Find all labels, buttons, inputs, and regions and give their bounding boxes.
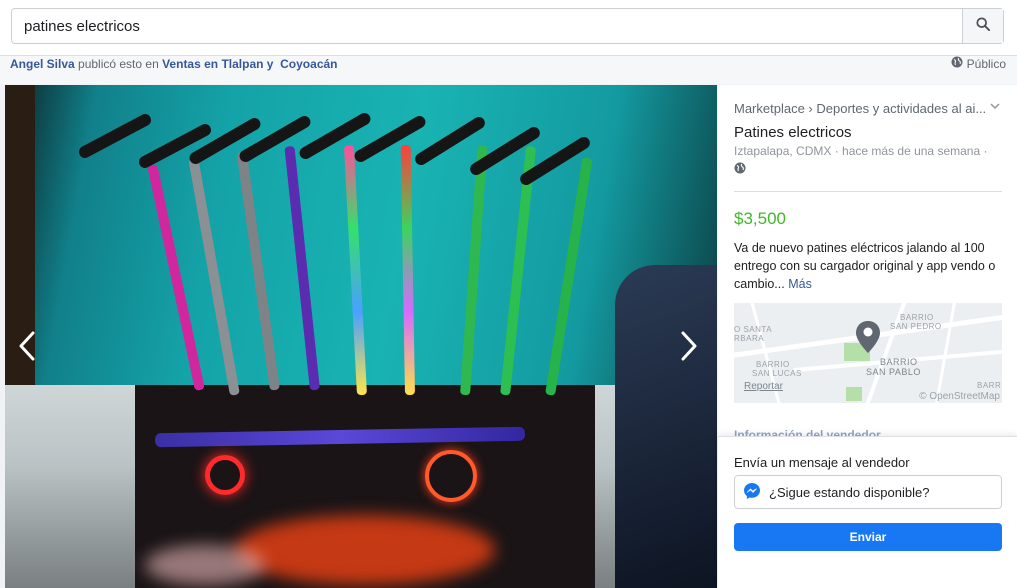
group-name-part2: Coyoacán <box>280 57 338 71</box>
map-label: BARRIO <box>880 357 918 367</box>
map-label: BARR <box>977 381 1002 390</box>
map-park <box>846 387 862 401</box>
search-box <box>11 8 1004 44</box>
location-map[interactable]: O SANTA RBARA BARRIO SAN PEDRO BARRIO SA… <box>734 303 1002 403</box>
listing-title: Patines electricos <box>734 124 852 141</box>
magnifier-icon <box>976 16 991 36</box>
map-label: O SANTA <box>734 325 773 334</box>
divider <box>734 191 1002 192</box>
search-input[interactable] <box>12 9 962 43</box>
send-button[interactable]: Enviar <box>734 523 1002 551</box>
listing-panel: Marketplace › Deportes y actividades al … <box>718 85 1017 588</box>
photo-prev-button[interactable] <box>12 331 42 365</box>
photo-bag <box>615 265 717 588</box>
group-link[interactable]: Ventas en Tlalpan y Coyoacán <box>162 57 337 71</box>
map-label: SAN PEDRO <box>890 322 942 331</box>
description-text: Va de nuevo patines eléctricos jalando a… <box>734 241 996 291</box>
scooter-wheel <box>205 455 245 495</box>
globe-icon <box>951 56 963 72</box>
chevron-left-icon <box>18 331 36 370</box>
search-bar <box>0 0 1017 56</box>
chevron-right-icon <box>680 331 698 370</box>
post-attribution: Angel Silva publicó esto en Ventas en Tl… <box>10 56 338 72</box>
listing-meta: Iztapalapa, CDMX · hace más de una seman… <box>734 144 988 158</box>
map-label: BARRIO <box>900 313 934 322</box>
post-action-text: publicó esto en <box>74 57 163 71</box>
map-label: BARRIO <box>756 360 790 369</box>
scooter-wheel <box>425 450 477 502</box>
photo-next-button[interactable] <box>674 331 704 365</box>
chevron-down-icon[interactable] <box>990 99 1000 113</box>
privacy-label: Público <box>966 57 1006 71</box>
message-label: Envía un mensaje al vendedor <box>734 455 910 470</box>
message-card: Envía un mensaje al vendedor ¿Sigue esta… <box>718 436 1017 588</box>
privacy-indicator[interactable]: Público <box>951 56 1006 72</box>
map-label: SAN LUCAS <box>752 369 802 378</box>
message-input-text: ¿Sigue estando disponible? <box>769 484 930 500</box>
listing-photo[interactable] <box>5 85 717 588</box>
group-name-part1: Ventas en Tlalpan y <box>162 57 274 71</box>
map-report-link[interactable]: Reportar <box>744 381 783 392</box>
listing-description: Va de nuevo patines eléctricos jalando a… <box>734 239 1004 293</box>
messenger-icon <box>743 482 761 503</box>
light-glow <box>145 545 265 585</box>
message-input[interactable]: ¿Sigue estando disponible? <box>734 475 1002 509</box>
post-header: Angel Silva publicó esto en Ventas en Tl… <box>0 56 1017 84</box>
light-glow <box>235 515 495 585</box>
map-label: RBARA <box>734 334 765 343</box>
listing-price: $3,500 <box>734 209 786 228</box>
author-link[interactable]: Angel Silva <box>10 57 75 71</box>
more-link[interactable]: Más <box>788 277 812 291</box>
map-attribution: © OpenStreetMap <box>919 391 1000 402</box>
next-section-peek <box>734 580 884 588</box>
breadcrumb[interactable]: Marketplace › Deportes y actividades al … <box>734 101 1004 116</box>
search-button[interactable] <box>962 9 1003 43</box>
map-pin-icon <box>856 321 880 358</box>
map-label: SAN PABLO <box>866 367 921 377</box>
globe-icon <box>734 161 746 179</box>
